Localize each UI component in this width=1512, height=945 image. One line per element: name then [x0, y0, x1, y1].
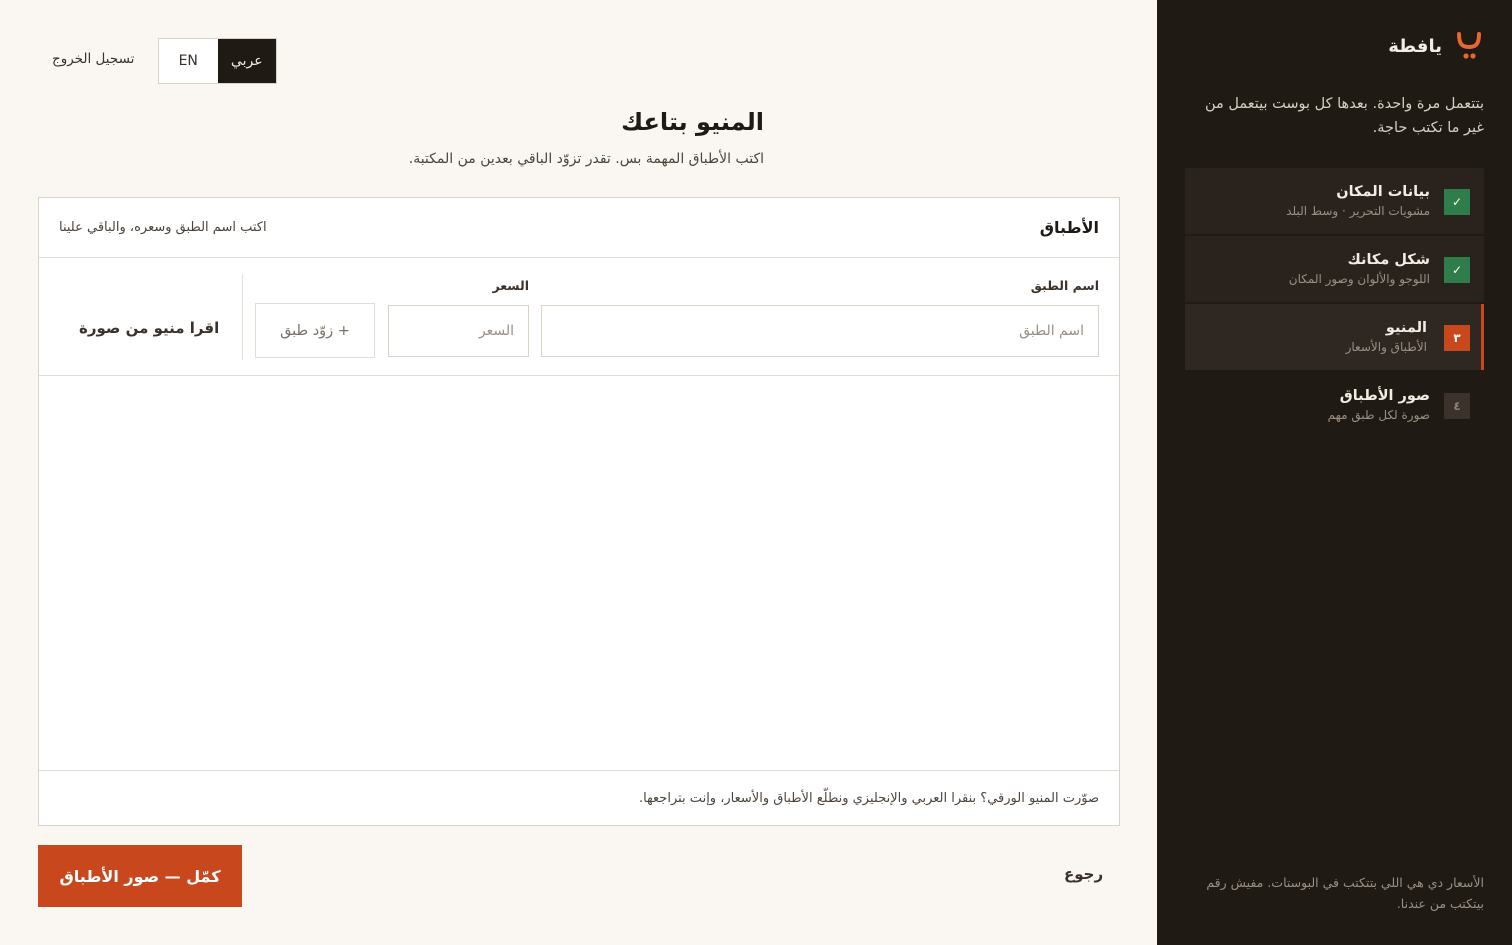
step-number-badge: ٣ [1444, 325, 1470, 351]
brand-logo-icon [1456, 30, 1482, 62]
page-title: المنيو بتاعك [621, 108, 764, 136]
page-subtitle: اكتب الأطباق المهمة بس. تقدر تزوّد الباق… [408, 151, 764, 167]
step-title: بيانات المكان [1336, 184, 1430, 200]
card-hint: اكتب اسم الطبق وسعره، والباقي علينا [59, 220, 267, 235]
step-title: المنيو [1385, 320, 1427, 336]
step-dish-photos[interactable]: ٤ صور الأطباق صورة لكل طبق مهم [1185, 372, 1484, 438]
sidebar: يافطة بتتعمل مرة واحدة. بعدها كل بوست بي… [1157, 0, 1512, 945]
step-title: صور الأطباق [1339, 388, 1430, 404]
dish-name-input[interactable] [541, 305, 1099, 357]
steps-list: ✓ بيانات المكان مشويات التحرير · وسط الب… [1185, 168, 1484, 440]
main-panel: تسجيل الخروج EN عربي المنيو بتاعك اكتب ا… [0, 0, 1157, 945]
dish-entry-row: اسم الطبق السعر + زوّد طبق اقرا منيو من … [39, 258, 1119, 376]
step-menu[interactable]: ٣ المنيو الأطباق والأسعار [1185, 304, 1484, 370]
language-toggle: EN عربي [158, 38, 277, 84]
sidebar-intro: بتتعمل مرة واحدة. بعدها كل بوست بيتعمل م… [1204, 96, 1484, 136]
dishes-card: الأطباق اكتب اسم الطبق وسعره، والباقي عل… [38, 197, 1120, 826]
step-title: شكل مكانك [1347, 252, 1430, 268]
brand: يافطة [1388, 30, 1482, 62]
card-footer-note: صوّرت المنيو الورقي؟ بنقرا العربي والإنج… [39, 770, 1119, 825]
back-button[interactable]: رجوع [1064, 865, 1103, 883]
lang-en-button[interactable]: EN [159, 39, 218, 83]
logout-link[interactable]: تسجيل الخروج [52, 51, 134, 67]
step-subtitle: الأطباق والأسعار [1345, 340, 1427, 354]
price-input[interactable] [388, 305, 529, 357]
sidebar-note: الأسعار دي هي اللي بتتكتب في البوستات. م… [1206, 875, 1484, 911]
card-title: الأطباق [1039, 218, 1099, 237]
lang-ar-button[interactable]: عربي [217, 39, 276, 83]
dish-name-label: اسم الطبق [1030, 278, 1099, 293]
check-icon: ✓ [1444, 257, 1470, 283]
brand-name: يافطة [1388, 35, 1442, 57]
check-icon: ✓ [1444, 189, 1470, 215]
step-branding[interactable]: ✓ شكل مكانك اللوجو والألوان وصور المكان [1185, 236, 1484, 302]
step-place-info[interactable]: ✓ بيانات المكان مشويات التحرير · وسط الب… [1185, 168, 1484, 234]
step-subtitle: صورة لكل طبق مهم [1327, 408, 1430, 422]
step-subtitle: اللوجو والألوان وصور المكان [1288, 272, 1430, 286]
step-number-badge: ٤ [1444, 393, 1470, 419]
scan-menu-button[interactable]: اقرا منيو من صورة [79, 319, 219, 337]
price-label: السعر [492, 278, 529, 293]
continue-button[interactable]: كمّل — صور الأطباق [38, 845, 242, 907]
card-header: الأطباق اكتب اسم الطبق وسعره، والباقي عل… [39, 198, 1119, 258]
add-dish-button[interactable]: + زوّد طبق [255, 303, 375, 358]
step-subtitle: مشويات التحرير · وسط البلد [1286, 204, 1430, 218]
dishes-list [39, 376, 1119, 770]
divider [242, 274, 243, 360]
